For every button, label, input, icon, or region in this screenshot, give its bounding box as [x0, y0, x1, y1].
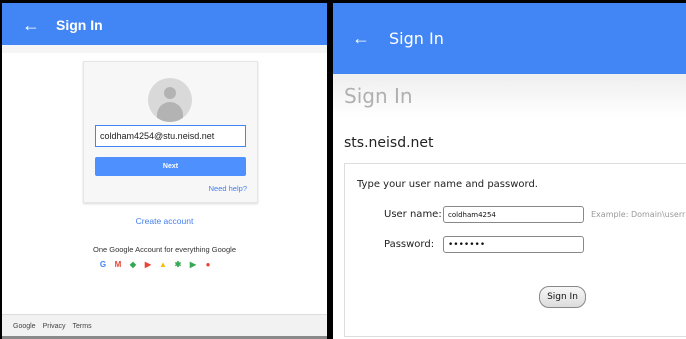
play-icon[interactable]: ▶ — [188, 260, 198, 270]
maps-icon[interactable]: ◆ — [128, 260, 138, 270]
avatar-icon — [148, 78, 192, 122]
password-label: Password: — [384, 239, 435, 250]
scrolled-header-strip — [2, 45, 327, 53]
username-example: Example: Domain\userr — [591, 210, 686, 219]
google-app-bar: ← Sign In — [2, 3, 327, 50]
password-field[interactable]: ••••••• — [443, 236, 584, 253]
tagline: One Google Account for everything Google — [92, 245, 236, 254]
youtube-icon[interactable]: ▶ — [143, 260, 153, 270]
need-help-link[interactable]: Need help? — [209, 184, 247, 193]
footer-link-google[interactable]: Google — [13, 323, 36, 330]
next-button[interactable]: Next — [95, 157, 246, 176]
create-account-link[interactable]: Create account — [2, 216, 327, 226]
app-bar-title: Sign In — [56, 17, 103, 33]
google-icon[interactable]: G — [98, 260, 108, 270]
adfs-signin-panel: ← Sign In Sign In sts.neisd.net Type you… — [333, 3, 686, 339]
google-apps-row: G M ◆ ▶ ▲ ✱ ▶ ● — [98, 260, 213, 270]
email-field[interactable]: coldham4254@stu.neisd.net — [95, 125, 246, 147]
back-arrow-icon[interactable]: ← — [352, 28, 370, 48]
chrome-icon[interactable]: ● — [203, 260, 213, 270]
app-bar-title: Sign In — [389, 29, 444, 48]
gmail-icon[interactable]: M — [113, 260, 123, 270]
instruction-text: Type your user name and password. — [357, 179, 538, 190]
username-field[interactable]: coldham4254 — [443, 206, 584, 223]
photos-icon[interactable]: ✱ — [173, 260, 183, 270]
footer: Google Privacy Terms — [2, 314, 327, 339]
google-signin-panel: ← Sign In coldham4254@stu.neisd.net Next… — [2, 3, 327, 339]
login-form: Type your user name and password. User n… — [344, 163, 686, 337]
footer-link-privacy[interactable]: Privacy — [43, 323, 66, 330]
sign-in-button[interactable]: Sign In — [539, 286, 586, 308]
page-header: Sign In — [333, 74, 686, 117]
drive-icon[interactable]: ▲ — [158, 260, 168, 270]
footer-link-terms[interactable]: Terms — [73, 323, 92, 330]
page-title: Sign In — [344, 84, 413, 108]
domain-heading: sts.neisd.net — [344, 135, 434, 151]
signin-card: coldham4254@stu.neisd.net Next Need help… — [83, 61, 258, 203]
adfs-app-bar: ← Sign In — [333, 3, 686, 74]
back-arrow-icon[interactable]: ← — [22, 15, 40, 35]
username-label: User name: — [384, 209, 442, 220]
